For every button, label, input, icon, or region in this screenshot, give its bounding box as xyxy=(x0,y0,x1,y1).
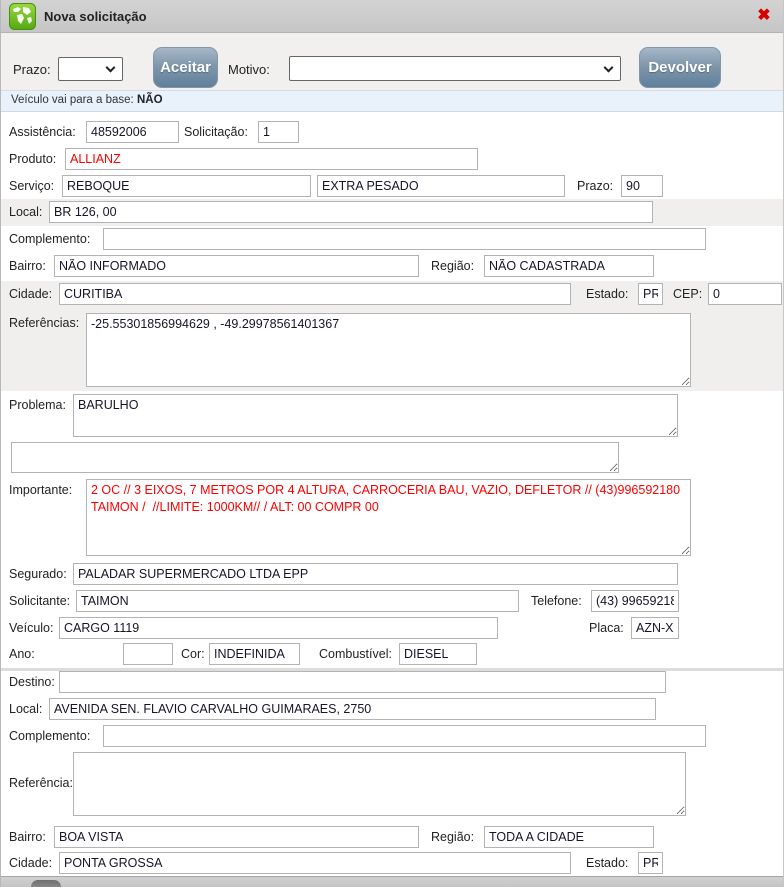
solicitante-label: Solicitante: xyxy=(9,594,70,608)
destino-regiao-label: Região: xyxy=(431,830,474,844)
cep-input[interactable] xyxy=(708,283,782,305)
telefone-input[interactable] xyxy=(591,590,679,612)
prazo-field-label: Prazo: xyxy=(577,179,613,193)
prazo-input[interactable] xyxy=(621,175,663,197)
prazo-toolbar-label: Prazo: xyxy=(13,62,51,77)
solicitante-input[interactable] xyxy=(76,590,519,612)
veiculo-base-value: NÃO xyxy=(137,94,163,106)
cor-input[interactable] xyxy=(209,643,300,665)
veiculo-input[interactable] xyxy=(59,617,498,639)
partial-window-icon xyxy=(31,880,61,887)
destino-estado-label: Estado: xyxy=(586,856,628,870)
title-bar: Nova solicitação ✖ xyxy=(1,0,783,33)
aceitar-button[interactable]: Aceitar xyxy=(153,47,218,88)
combustivel-label: Combustível: xyxy=(319,647,392,661)
importante-textarea[interactable]: 2 OC // 3 EIXOS, 7 METROS POR 4 ALTURA, … xyxy=(86,479,691,556)
veiculo-label: Veículo: xyxy=(9,621,53,635)
servico-label: Serviço: xyxy=(9,179,54,193)
bairro-input[interactable] xyxy=(54,255,419,277)
produto-label: Produto: xyxy=(9,152,56,166)
combustivel-input[interactable] xyxy=(399,643,477,665)
assistencia-label: Assistência: xyxy=(9,125,76,139)
servico-input[interactable] xyxy=(62,175,311,197)
destino-local-label: Local: xyxy=(9,702,42,716)
telefone-label: Telefone: xyxy=(531,594,582,608)
estado-label: Estado: xyxy=(586,287,628,301)
destino-bairro-label: Bairro: xyxy=(9,830,46,844)
assistencia-input[interactable] xyxy=(86,121,179,143)
destino-local-input[interactable] xyxy=(49,698,656,720)
close-icon[interactable]: ✖ xyxy=(754,6,774,26)
regiao-label: Região: xyxy=(431,259,474,273)
destino-referencia-label: Referência: xyxy=(9,776,73,790)
complemento-input[interactable] xyxy=(103,228,706,250)
motivo-select[interactable] xyxy=(289,56,621,81)
destino-label: Destino: xyxy=(9,675,55,689)
destino-cidade-label: Cidade: xyxy=(9,856,52,870)
problema-textarea[interactable]: BARULHO xyxy=(73,394,678,437)
solicitacao-input[interactable] xyxy=(258,121,299,143)
importante-label: Importante: xyxy=(9,483,72,497)
bairro-label: Bairro: xyxy=(9,259,46,273)
local-label: Local: xyxy=(9,205,42,219)
destino-regiao-input[interactable] xyxy=(484,826,654,848)
segurado-input[interactable] xyxy=(73,563,678,585)
destino-referencia-textarea[interactable] xyxy=(73,752,686,816)
veiculo-base-status: Veículo vai para a base: NÃO xyxy=(11,94,163,106)
complemento-label: Complemento: xyxy=(9,232,90,246)
placa-input[interactable] xyxy=(631,617,679,639)
servico-tipo-input[interactable] xyxy=(317,175,565,197)
referencias-label: Referências: xyxy=(9,316,79,330)
devolver-button[interactable]: Devolver xyxy=(639,47,721,88)
destino-cidade-input[interactable] xyxy=(59,852,571,874)
ano-label: Ano: xyxy=(9,647,35,661)
regiao-input[interactable] xyxy=(484,255,654,277)
bottom-window-edge xyxy=(1,876,783,887)
observacao-textarea[interactable] xyxy=(11,442,619,473)
ano-input[interactable] xyxy=(123,643,173,665)
chevron-down-icon xyxy=(106,63,116,73)
cor-label: Cor: xyxy=(181,647,205,661)
placa-label: Placa: xyxy=(589,621,624,635)
cidade-label: Cidade: xyxy=(9,287,52,301)
nova-solicitacao-window: Nova solicitação ✖ Prazo: Aceitar Motivo… xyxy=(0,0,784,887)
destino-complemento-input[interactable] xyxy=(103,725,706,747)
estado-input[interactable] xyxy=(638,283,663,305)
destino-estado-input[interactable] xyxy=(638,852,663,874)
veiculo-base-label: Veículo vai para a base: xyxy=(11,94,134,106)
destino-complemento-label: Complemento: xyxy=(9,729,90,743)
destino-bairro-input[interactable] xyxy=(54,826,419,848)
solicitacao-label: Solicitação: xyxy=(184,125,248,139)
motivo-label: Motivo: xyxy=(228,62,270,77)
referencias-textarea[interactable]: -25.55301856994629 , -49.29978561401367 xyxy=(86,313,691,387)
cidade-input[interactable] xyxy=(59,283,571,305)
local-input[interactable] xyxy=(49,201,653,223)
prazo-select[interactable] xyxy=(58,57,123,81)
problema-label: Problema: xyxy=(9,398,66,412)
globe-map-icon xyxy=(9,3,36,30)
destino-input[interactable] xyxy=(59,671,666,693)
segurado-label: Segurado: xyxy=(9,567,67,581)
chevron-down-icon xyxy=(604,62,614,72)
produto-input[interactable] xyxy=(65,148,478,170)
cep-label: CEP: xyxy=(673,287,702,301)
window-title: Nova solicitação xyxy=(44,9,147,24)
